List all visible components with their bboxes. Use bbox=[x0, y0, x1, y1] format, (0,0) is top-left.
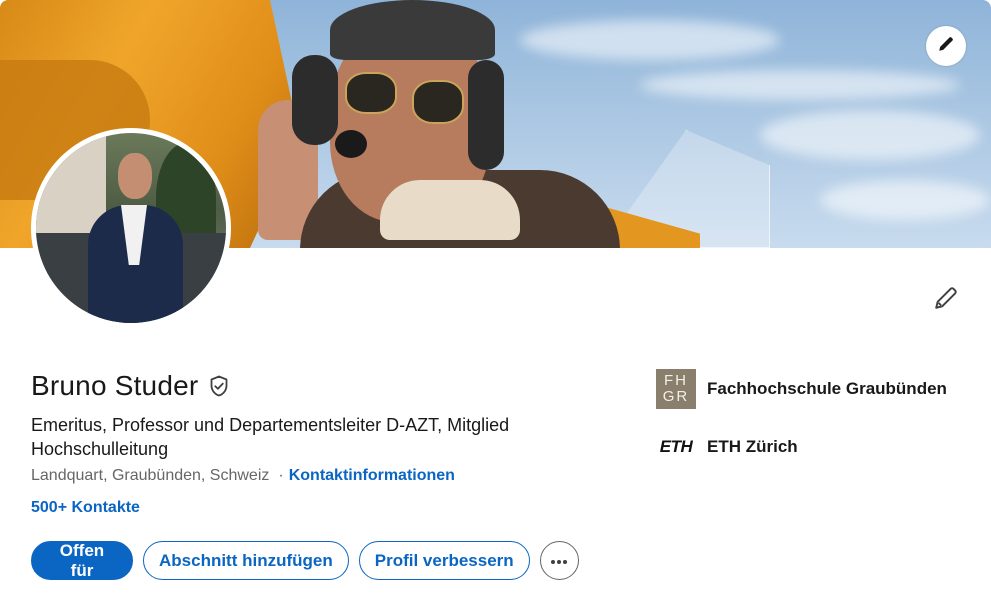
org-name: ETH Zürich bbox=[707, 437, 798, 456]
contact-info-link[interactable]: Kontaktinformationen bbox=[289, 467, 455, 485]
name-row: Bruno Studer bbox=[31, 370, 232, 402]
edit-intro-button[interactable] bbox=[926, 280, 966, 320]
fh-graubuenden-logo: FH GR bbox=[656, 369, 696, 409]
ellipsis-icon bbox=[550, 553, 568, 568]
edit-banner-button[interactable] bbox=[926, 26, 966, 66]
open-to-button[interactable]: Offen für bbox=[31, 541, 133, 580]
more-actions-button[interactable] bbox=[539, 541, 579, 580]
org-item-fh-graubuenden[interactable]: FH GR Fachhochschule Graubünden bbox=[656, 369, 947, 409]
separator-dot: · bbox=[278, 467, 284, 484]
add-section-button[interactable]: Abschnitt hinzufügen bbox=[143, 541, 349, 580]
org-name: Fachhochschule Graubünden bbox=[707, 379, 947, 398]
profile-card: Bruno Studer Emeritus, Professor und Dep… bbox=[0, 0, 991, 603]
profile-actions: Offen für Abschnitt hinzufügen Profil ve… bbox=[31, 541, 579, 580]
org-item-eth-zurich[interactable]: ETH ETH Zürich bbox=[656, 427, 947, 467]
avatar bbox=[36, 133, 226, 323]
pencil-icon bbox=[933, 285, 959, 316]
pencil-icon bbox=[937, 35, 955, 58]
profile-name: Bruno Studer bbox=[31, 370, 199, 401]
profile-photo[interactable] bbox=[31, 128, 231, 328]
improve-profile-button[interactable]: Profil verbessern bbox=[358, 541, 530, 580]
eth-logo: ETH bbox=[659, 437, 693, 456]
location-row: Landquart, Graubünden, Schweiz · Kontakt… bbox=[31, 467, 455, 485]
connections-link[interactable]: 500+ Kontakte bbox=[31, 499, 140, 517]
profile-location: Landquart, Graubünden, Schweiz bbox=[31, 467, 270, 484]
shield-check-icon[interactable] bbox=[206, 373, 232, 399]
organizations-list: FH GR Fachhochschule Graubünden ETH ETH … bbox=[656, 369, 947, 485]
profile-headline: Emeritus, Professor und Departementsleit… bbox=[31, 415, 510, 459]
